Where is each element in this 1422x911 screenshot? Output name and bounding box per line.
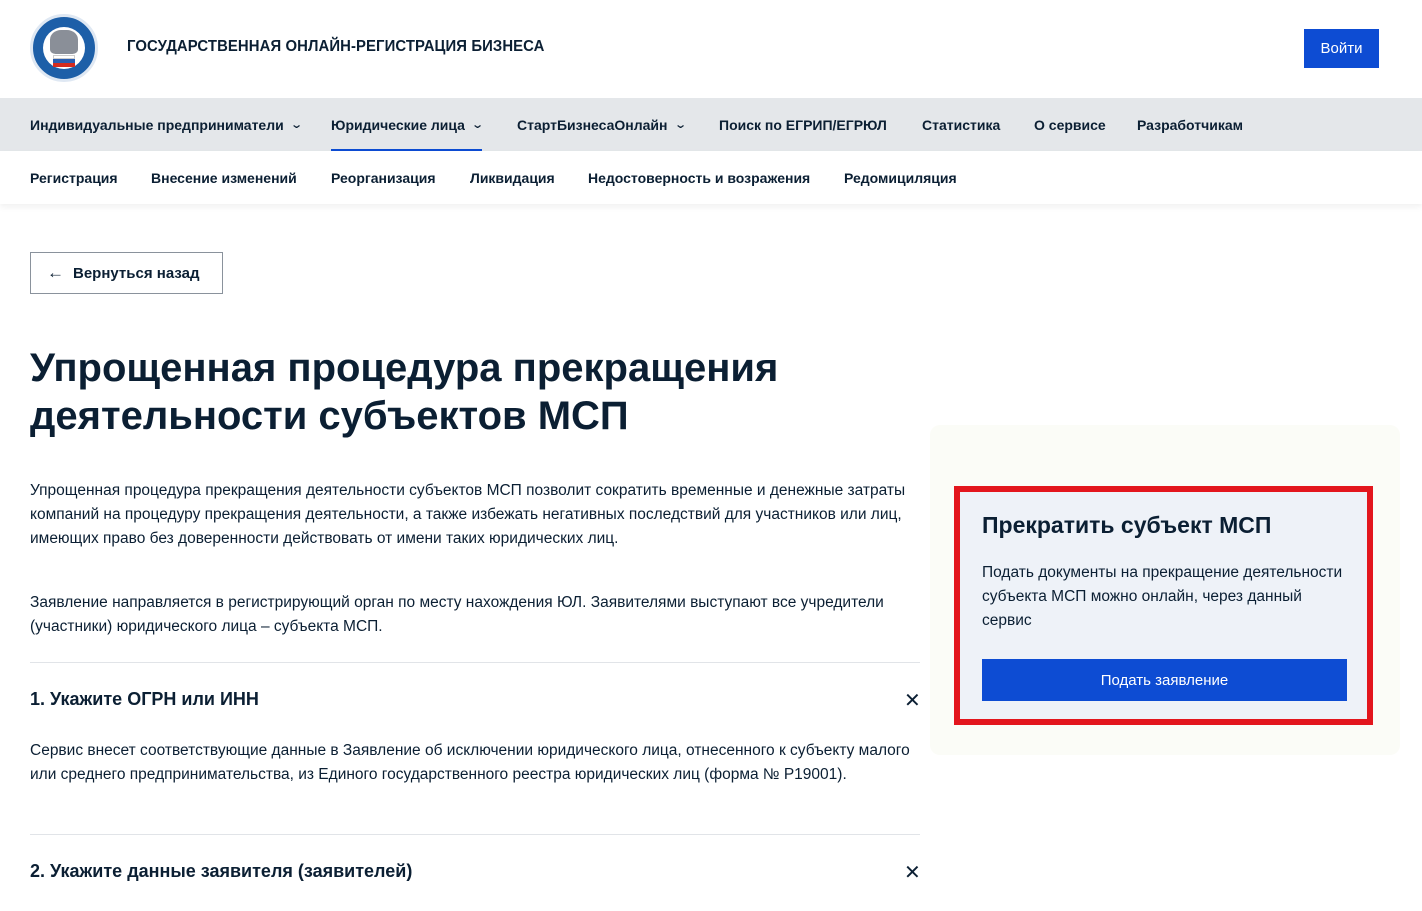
chevron-down-icon: ⌄ xyxy=(471,119,485,131)
nav-item-label: СтартБизнесаОнлайн xyxy=(517,116,668,133)
nav-item-about[interactable]: О сервисе xyxy=(1034,98,1106,151)
nav-item-legal-entities[interactable]: Юридические лица ⌄ xyxy=(331,98,485,151)
close-icon[interactable]: ✕ xyxy=(904,688,921,713)
subnav-item-registration[interactable]: Регистрация xyxy=(30,151,118,204)
step-1-description: Сервис внесет соответствующие данные в З… xyxy=(30,742,910,783)
divider xyxy=(30,662,920,663)
nav-item-label: Поиск по ЕГРИП/ЕГРЮЛ xyxy=(719,116,887,133)
page-title: Упрощенная процедура прекращения деятель… xyxy=(30,346,779,438)
subnav-item-unreliability[interactable]: Недостоверность и возражения xyxy=(588,151,810,204)
nav-item-developers[interactable]: Разработчикам xyxy=(1137,98,1243,151)
back-button[interactable]: ← Вернуться назад xyxy=(30,252,223,294)
intro-paragraph: Упрощенная процедура прекращения деятель… xyxy=(30,482,906,547)
subnav-item-liquidation[interactable]: Ликвидация xyxy=(470,151,555,204)
subnav-item-reorganization[interactable]: Реорганизация xyxy=(331,151,436,204)
nav-item-statistics[interactable]: Статистика xyxy=(922,98,1000,151)
nav-item-label: Индивидуальные предприниматели xyxy=(30,116,284,133)
site-header: ГОСУДАРСТВЕННАЯ ОНЛАЙН-РЕГИСТРАЦИЯ БИЗНЕ… xyxy=(0,0,1422,98)
main-navigation: Индивидуальные предприниматели ⌄ Юридиче… xyxy=(0,98,1422,151)
applicant-paragraph: Заявление направляется в регистрирующий … xyxy=(30,594,884,635)
fns-emblem-icon[interactable] xyxy=(30,14,98,82)
flag-stripe-red xyxy=(53,63,75,67)
close-icon[interactable]: ✕ xyxy=(904,860,921,885)
nav-item-label: Юридические лица xyxy=(331,116,465,133)
site-title[interactable]: ГОСУДАРСТВЕННАЯ ОНЛАЙН-РЕГИСТРАЦИЯ БИЗНЕ… xyxy=(127,38,544,56)
card-title: Прекратить субъект МСП xyxy=(982,512,1272,538)
back-button-label: Вернуться назад xyxy=(73,264,200,282)
login-button[interactable]: Войти xyxy=(1304,29,1379,68)
chevron-down-icon: ⌄ xyxy=(673,119,687,131)
step-1-title[interactable]: 1. Укажите ОГРН или ИНН xyxy=(30,689,259,710)
arrow-left-icon: ← xyxy=(47,263,64,282)
nav-item-start-business-online[interactable]: СтартБизнесаОнлайн ⌄ xyxy=(517,98,687,151)
subnav-item-changes[interactable]: Внесение изменений xyxy=(151,151,297,204)
nav-item-label: О сервисе xyxy=(1034,116,1106,133)
sub-navigation: Регистрация Внесение изменений Реорганиз… xyxy=(0,151,1422,204)
nav-item-label: Разработчикам xyxy=(1137,116,1243,133)
nav-item-egrip-search[interactable]: Поиск по ЕГРИП/ЕГРЮЛ xyxy=(719,98,887,151)
divider xyxy=(30,834,920,835)
card-text: Подать документы на прекращение деятельн… xyxy=(982,564,1343,629)
terminate-smb-card: Прекратить субъект МСП Подать документы … xyxy=(954,486,1373,725)
nav-item-label: Статистика xyxy=(922,116,1001,133)
submit-application-button[interactable]: Подать заявление xyxy=(982,659,1347,701)
chevron-down-icon: ⌄ xyxy=(289,119,303,131)
subnav-item-redomiciliation[interactable]: Редомициляция xyxy=(844,151,957,204)
step-2-title[interactable]: 2. Укажите данные заявителя (заявителей) xyxy=(30,861,412,882)
eagle-icon xyxy=(50,30,78,54)
nav-item-individual-entrepreneurs[interactable]: Индивидуальные предприниматели ⌄ xyxy=(30,98,303,151)
